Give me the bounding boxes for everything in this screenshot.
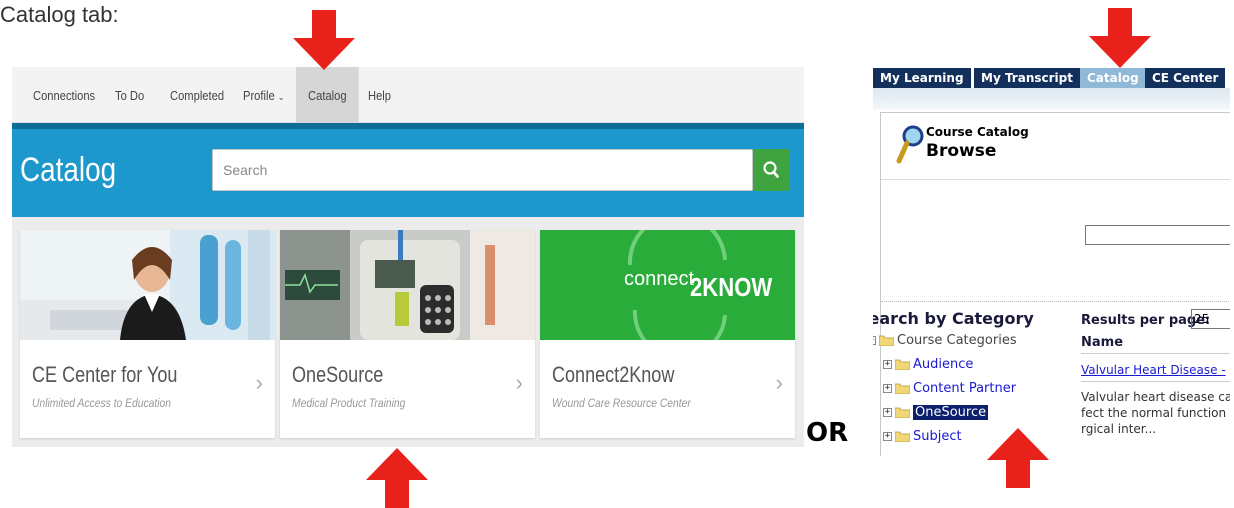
- folder-icon: [879, 335, 894, 346]
- card-onesource[interactable]: OneSource Medical Product Training ›: [280, 230, 535, 438]
- chevron-down-icon: ⌄: [277, 92, 285, 102]
- header-small: Course Catalog: [926, 125, 1029, 139]
- search-icon: [763, 161, 779, 178]
- page-title: Catalog: [20, 151, 117, 189]
- expand-icon[interactable]: +: [883, 431, 892, 441]
- result-desc-line: Valvular heart disease ca: [1081, 390, 1230, 404]
- divider: [881, 179, 1230, 180]
- tree-label[interactable]: Content Partner: [913, 381, 1016, 396]
- expand-icon[interactable]: +: [883, 383, 892, 393]
- tree-item-onesource[interactable]: + OneSource: [883, 403, 989, 421]
- tree-label-root: Course Categories: [897, 332, 1017, 348]
- connect-logo-text: connect: [624, 268, 695, 290]
- tree-label[interactable]: Audience: [913, 357, 973, 372]
- catalog-banner: Catalog: [12, 123, 804, 217]
- or-label: OR: [806, 418, 849, 448]
- divider: [1081, 353, 1230, 354]
- left-screenshot: Connections To Do Completed Profile ⌄ Ca…: [12, 67, 804, 447]
- expand-icon[interactable]: +: [883, 407, 892, 417]
- chevron-right-icon: ›: [515, 370, 523, 395]
- tab-ce-center[interactable]: CE Center: [1145, 68, 1226, 88]
- results-per-page-select[interactable]: 25: [1191, 309, 1230, 329]
- nav-item-todo[interactable]: To Do: [115, 67, 144, 123]
- right-screenshot: My Learning My Transcript Catalog CE Cen…: [873, 66, 1230, 456]
- nav-item-profile-label: Profile: [243, 88, 275, 103]
- tree-label-selected[interactable]: OneSource: [913, 404, 989, 420]
- card-image-connect2know: connect 2KNOW: [540, 230, 795, 340]
- tab-underbar: [873, 88, 1230, 110]
- search-input[interactable]: [213, 150, 752, 190]
- column-header-name: Name: [1081, 335, 1124, 350]
- tree-item-audience[interactable]: + Audience: [883, 355, 973, 373]
- divider: [881, 301, 1230, 302]
- tree-item-subject[interactable]: + Subject: [883, 427, 962, 445]
- folder-icon: [895, 407, 910, 418]
- card-image-onesource: [280, 230, 535, 340]
- card-title: OneSource: [292, 362, 384, 387]
- result-description: Valvular heart disease ca fect the norma…: [1081, 389, 1230, 437]
- card-ce-center[interactable]: CE Center for You Unlimited Access to Ed…: [20, 230, 275, 438]
- result-link[interactable]: Valvular Heart Disease -: [1081, 363, 1226, 377]
- folder-icon: [895, 431, 910, 442]
- card-title: Connect2Know: [552, 362, 675, 387]
- search-by-category-heading: Search by Category: [873, 309, 1034, 328]
- search-box: [212, 149, 753, 191]
- browse-panel: Course Catalog Browse Search by Category…: [873, 112, 1230, 456]
- arrow-down-icon: [1089, 8, 1151, 68]
- folder-icon: [895, 383, 910, 394]
- nav-item-profile[interactable]: Profile ⌄: [243, 67, 284, 123]
- card-title: CE Center for You: [32, 362, 178, 387]
- right-tab-bar: My Learning My Transcript Catalog CE Cen…: [873, 66, 1230, 90]
- search-button[interactable]: [753, 149, 789, 191]
- tree-label[interactable]: Subject: [913, 429, 962, 444]
- nav-item-connections[interactable]: Connections: [33, 67, 95, 123]
- folder-icon: [895, 359, 910, 370]
- nav-item-completed[interactable]: Completed: [170, 67, 224, 123]
- tab-catalog[interactable]: Catalog: [1080, 68, 1146, 88]
- result-desc-line: fect the normal function: [1081, 406, 1227, 420]
- arrow-down-icon: [293, 10, 355, 70]
- connect-logo-accent: 2KNOW: [690, 272, 773, 302]
- card-connect2know[interactable]: connect 2KNOW Connect2Know Wound Care Re…: [540, 230, 795, 438]
- magnifier-icon: [896, 125, 924, 164]
- collapse-icon[interactable]: −: [873, 335, 876, 345]
- arrow-up-icon: [987, 428, 1049, 488]
- divider: [1081, 381, 1230, 382]
- result-desc-line: rgical inter...: [1081, 422, 1157, 436]
- card-subtitle: Unlimited Access to Education: [32, 396, 172, 410]
- chevron-right-icon: ›: [775, 370, 783, 395]
- top-nav: Connections To Do Completed Profile ⌄ Ca…: [12, 67, 804, 123]
- arrow-up-icon: [366, 448, 428, 508]
- card-subtitle: Wound Care Resource Center: [552, 396, 691, 410]
- browse-search-input[interactable]: [1085, 225, 1230, 245]
- card-subtitle: Medical Product Training: [292, 396, 406, 410]
- tree-item-content-partner[interactable]: + Content Partner: [883, 379, 1016, 397]
- card-image-ce-center: [20, 230, 275, 340]
- tree-root[interactable]: − Course Categories: [873, 331, 1017, 349]
- nav-item-help[interactable]: Help: [368, 67, 391, 123]
- caption: Catalog tab:: [0, 2, 119, 27]
- tab-my-transcript[interactable]: My Transcript: [974, 68, 1080, 88]
- expand-icon[interactable]: +: [883, 359, 892, 369]
- header-big: Browse: [926, 141, 997, 161]
- chevron-right-icon: ›: [255, 370, 263, 395]
- nav-item-catalog[interactable]: Catalog: [296, 67, 359, 123]
- tab-my-learning[interactable]: My Learning: [873, 68, 971, 88]
